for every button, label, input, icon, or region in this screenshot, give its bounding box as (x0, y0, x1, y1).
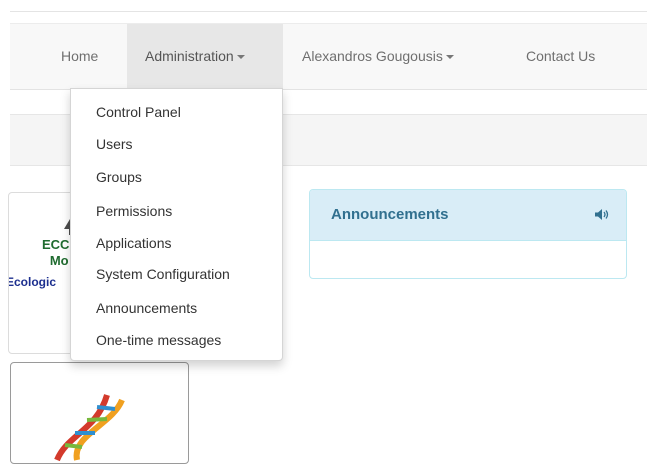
app-caption: Ecologic (8, 275, 57, 289)
top-divider (10, 11, 647, 12)
administration-dropdown-menu: Control Panel Users Groups Permissions A… (70, 88, 283, 361)
app-logo-text: ECC Mo (42, 237, 69, 269)
menu-item-one-time-messages[interactable]: One-time messages (96, 332, 221, 348)
menu-item-users[interactable]: Users (96, 136, 133, 152)
nav-user-menu[interactable]: Alexandros Gougousis (302, 24, 454, 89)
main-navbar: Home Administration Alexandros Gougousis… (10, 23, 647, 90)
logo-line-2: Mo (49, 253, 69, 268)
speaker-icon[interactable] (595, 209, 609, 220)
app-card-dna[interactable] (10, 362, 189, 464)
dna-icon (54, 394, 125, 462)
nav-home[interactable]: Home (61, 24, 98, 89)
nav-administration[interactable]: Administration (127, 24, 283, 89)
caret-down-icon (445, 55, 454, 60)
caret-down-icon (236, 55, 245, 60)
announcements-heading: Announcements (310, 190, 626, 241)
nav-contact-label: Contact Us (526, 48, 596, 64)
announcements-title: Announcements (331, 206, 449, 223)
menu-item-applications[interactable]: Applications (96, 235, 172, 251)
nav-user-label: Alexandros Gougousis (302, 48, 443, 64)
menu-item-groups[interactable]: Groups (96, 169, 142, 185)
nav-contact[interactable]: Contact Us (526, 24, 595, 89)
menu-item-permissions[interactable]: Permissions (96, 203, 172, 219)
nav-administration-label: Administration (145, 48, 234, 64)
logo-line-1: ECC (42, 237, 70, 252)
menu-item-control-panel[interactable]: Control Panel (96, 104, 181, 120)
announcements-panel: Announcements (309, 189, 627, 279)
menu-item-system-configuration[interactable]: System Configuration (96, 266, 230, 282)
nav-home-label: Home (61, 48, 99, 64)
menu-item-announcements[interactable]: Announcements (96, 300, 197, 316)
